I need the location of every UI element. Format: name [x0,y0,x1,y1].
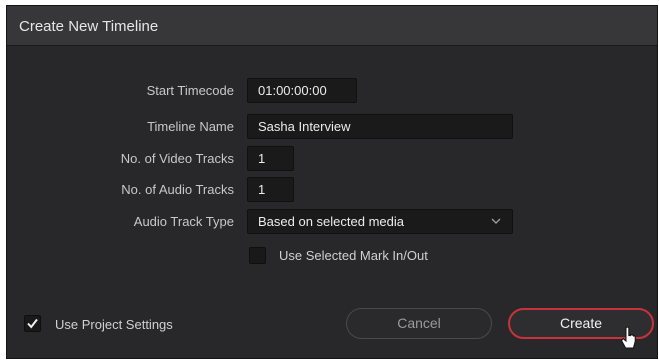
chevron-down-icon [490,212,502,230]
dialog-titlebar: Create New Timeline [7,6,657,46]
dialog-title: Create New Timeline [19,18,159,35]
use-mark-in-out-label: Use Selected Mark In/Out [279,248,428,263]
audio-tracks-input[interactable]: 1 [247,177,294,202]
audio-track-type-select[interactable]: Based on selected media [247,209,513,234]
timeline-name-input[interactable]: Sasha Interview [247,114,513,139]
use-project-settings-checkbox[interactable] [24,315,41,332]
start-timecode-input[interactable]: 01:00:00:00 [247,78,357,103]
use-mark-in-out-checkbox[interactable] [249,247,266,264]
start-timecode-label: Start Timecode [146,83,234,98]
audio-track-type-value: Based on selected media [258,214,404,229]
audio-track-type-label: Audio Track Type [133,214,234,229]
mouse-pointer-icon [621,326,636,349]
video-tracks-input[interactable]: 1 [247,146,294,171]
use-project-settings-label: Use Project Settings [55,317,173,332]
checkmark-icon [27,318,38,329]
create-new-timeline-dialog: Create New Timeline Start Timecode 01:00… [6,5,658,359]
video-tracks-label: No. of Video Tracks [120,151,234,166]
timeline-name-label: Timeline Name [147,119,234,134]
cancel-button[interactable]: Cancel [346,308,492,339]
audio-tracks-label: No. of Audio Tracks [121,182,234,197]
